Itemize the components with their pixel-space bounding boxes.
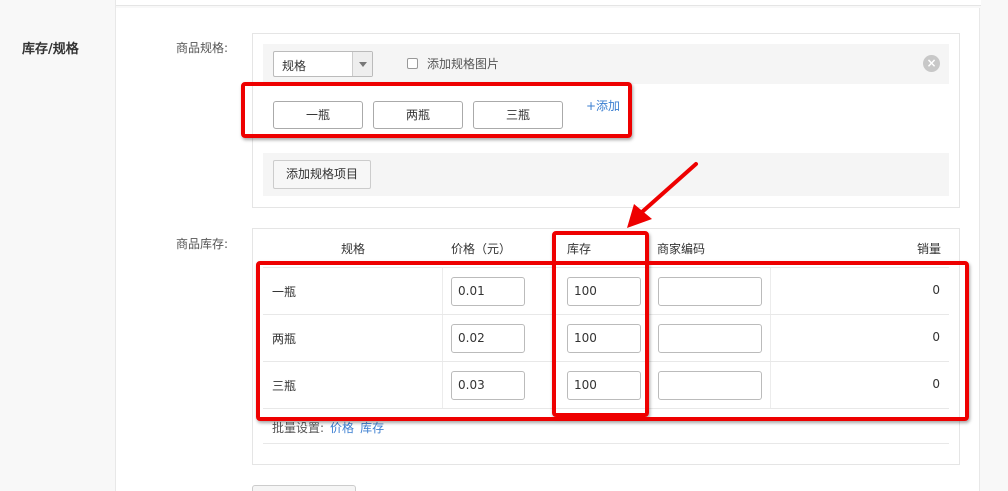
annotation-arrow-icon	[627, 162, 698, 228]
